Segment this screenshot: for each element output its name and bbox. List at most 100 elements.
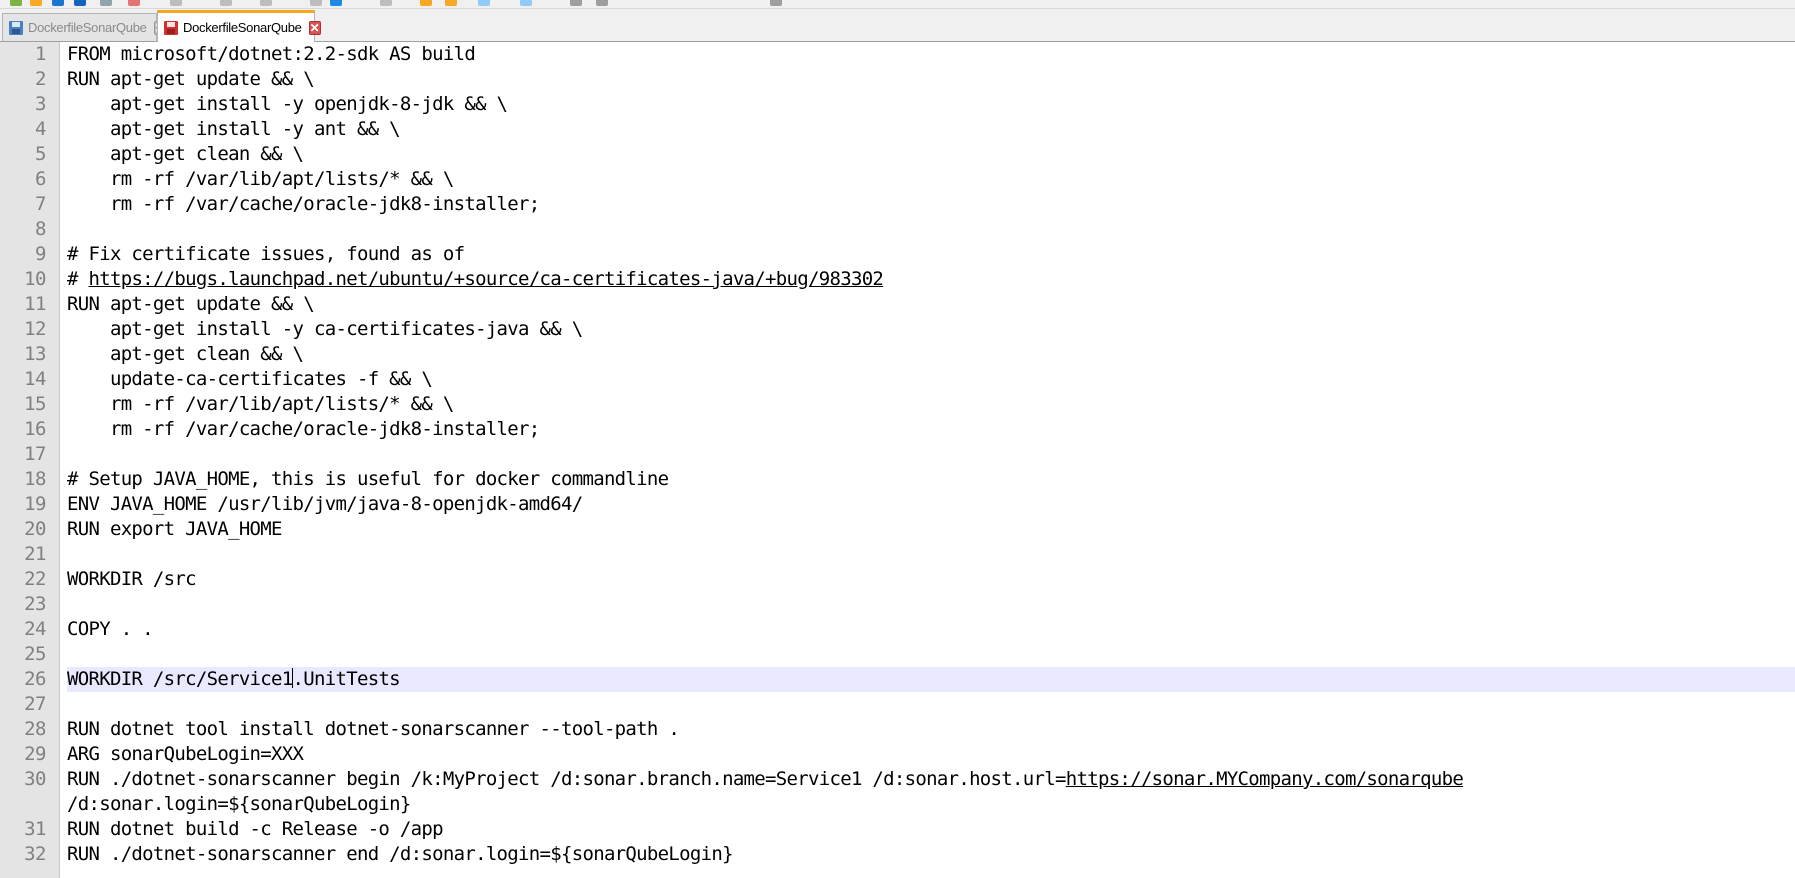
word-wrap-icon[interactable]: [520, 0, 532, 6]
code-line[interactable]: 31 RUN dotnet build -c Release -o /app: [0, 817, 1795, 842]
code-line[interactable]: 28 RUN dotnet tool install dotnet-sonarsc…: [0, 717, 1795, 742]
code-line[interactable]: 17: [0, 442, 1795, 467]
open-file-icon[interactable]: [30, 0, 42, 6]
line-number: 23: [24, 593, 46, 615]
code-line[interactable]: 16 rm -rf /var/cache/oracle-jdk8-install…: [0, 417, 1795, 442]
replace-icon[interactable]: [420, 0, 432, 6]
code-line[interactable]: 25: [0, 642, 1795, 667]
line-code[interactable]: RUN apt-get update && \: [67, 67, 1795, 92]
code-line[interactable]: 3 apt-get install -y openjdk-8-jdk && \: [0, 92, 1795, 117]
line-code[interactable]: FROM microsoft/dotnet:2.2-sdk AS build: [67, 42, 1795, 67]
code-line[interactable]: 11 RUN apt-get update && \: [0, 292, 1795, 317]
line-code[interactable]: apt-get install -y ca-certificates-java …: [67, 317, 1795, 342]
code-line[interactable]: 7 rm -rf /var/cache/oracle-jdk8-installe…: [0, 192, 1795, 217]
code-line[interactable]: 32 RUN ./dotnet-sonarscanner end /d:sonar…: [0, 842, 1795, 867]
url-link[interactable]: https://sonar.MYCompany.com/sonarqube: [1066, 768, 1464, 790]
line-code[interactable]: [67, 692, 1795, 717]
line-code[interactable]: # https://bugs.launchpad.net/ubuntu/+sou…: [67, 267, 1795, 292]
line-code[interactable]: [67, 592, 1795, 617]
run-icon[interactable]: [770, 0, 782, 6]
line-code[interactable]: RUN ./dotnet-sonarscanner end /d:sonar.l…: [67, 842, 1795, 867]
code-line[interactable]: 14 update-ca-certificates -f && \: [0, 367, 1795, 392]
code-line[interactable]: 5 apt-get clean && \: [0, 142, 1795, 167]
code-line[interactable]: 15 rm -rf /var/lib/apt/lists/* && \: [0, 392, 1795, 417]
code-line[interactable]: 10 # https://bugs.launchpad.net/ubuntu/+s…: [0, 267, 1795, 292]
code-line[interactable]: 27: [0, 692, 1795, 717]
line-code[interactable]: # Fix certificate issues, found as of: [67, 242, 1795, 267]
code-line[interactable]: 8: [0, 217, 1795, 242]
code-line[interactable]: 4 apt-get install -y ant && \: [0, 117, 1795, 142]
code-line[interactable]: 12 apt-get install -y ca-certificates-ja…: [0, 317, 1795, 342]
code-line[interactable]: 13 apt-get clean && \: [0, 342, 1795, 367]
line-code[interactable]: COPY . .: [67, 617, 1795, 642]
code-line[interactable]: 9 # Fix certificate issues, found as of: [0, 242, 1795, 267]
redo-icon[interactable]: [330, 0, 342, 6]
close-icon[interactable]: ✕: [308, 20, 321, 35]
code-line[interactable]: 18 # Setup JAVA_HOME, this is useful for …: [0, 467, 1795, 492]
line-code[interactable]: apt-get clean && \: [67, 342, 1795, 367]
save-all-icon[interactable]: [74, 0, 86, 6]
code-text: # Setup JAVA_HOME, this is useful for do…: [67, 468, 669, 490]
new-file-icon[interactable]: [10, 0, 22, 6]
code-text: ARG sonarQubeLogin=XXX: [67, 743, 304, 765]
line-code[interactable]: [67, 542, 1795, 567]
code-line[interactable]: 2 RUN apt-get update && \: [0, 67, 1795, 92]
paste-icon[interactable]: [260, 0, 272, 6]
sync-scroll-icon[interactable]: [478, 0, 490, 6]
line-code[interactable]: # Setup JAVA_HOME, this is useful for do…: [67, 467, 1795, 492]
line-code[interactable]: RUN apt-get update && \: [67, 292, 1795, 317]
code-line[interactable]: 30 RUN ./dotnet-sonarscanner begin /k:MyP…: [0, 767, 1795, 817]
undo-icon[interactable]: [310, 0, 322, 6]
macro-play-icon[interactable]: [596, 0, 608, 6]
line-code[interactable]: WORKDIR /src/Service1.UnitTests: [67, 667, 1795, 692]
line-code[interactable]: apt-get clean && \: [67, 142, 1795, 167]
macro-record-icon[interactable]: [570, 0, 582, 6]
tab-dockerfile-sonarqube-1[interactable]: DockerfileSonarQube ✕: [2, 13, 166, 41]
line-code[interactable]: rm -rf /var/cache/oracle-jdk8-installer;: [67, 417, 1795, 442]
current-line[interactable]: 26 WORKDIR /src/Service1.UnitTests: [0, 667, 1795, 692]
line-code[interactable]: RUN dotnet tool install dotnet-sonarscan…: [67, 717, 1795, 742]
line-code[interactable]: apt-get install -y openjdk-8-jdk && \: [67, 92, 1795, 117]
line-code[interactable]: ENV JAVA_HOME /usr/lib/jvm/java-8-openjd…: [67, 492, 1795, 517]
find-icon[interactable]: [380, 0, 392, 6]
code-text: RUN ./dotnet-sonarscanner end /d:sonar.l…: [67, 843, 734, 865]
code-line[interactable]: 21: [0, 542, 1795, 567]
save-icon[interactable]: [52, 0, 64, 6]
url-link[interactable]: https://bugs.launchpad.net/ubuntu/+sourc…: [88, 268, 883, 290]
code-text: RUN dotnet tool install dotnet-sonarscan…: [67, 718, 680, 740]
line-code[interactable]: [67, 442, 1795, 467]
code-line[interactable]: 24 COPY . .: [0, 617, 1795, 642]
code-line[interactable]: 22 WORKDIR /src: [0, 567, 1795, 592]
cut-icon[interactable]: [170, 0, 182, 6]
close-file-icon[interactable]: [100, 0, 112, 6]
line-code[interactable]: RUN ./dotnet-sonarscanner begin /k:MyPro…: [67, 767, 1795, 817]
code-line[interactable]: 6 rm -rf /var/lib/apt/lists/* && \: [0, 167, 1795, 192]
line-number: 2: [35, 68, 46, 90]
code-line[interactable]: 19 ENV JAVA_HOME /usr/lib/jvm/java-8-open…: [0, 492, 1795, 517]
line-code[interactable]: WORKDIR /src: [67, 567, 1795, 592]
code-line[interactable]: 23: [0, 592, 1795, 617]
line-code[interactable]: rm -rf /var/cache/oracle-jdk8-installer;: [67, 192, 1795, 217]
line-number: 11: [24, 293, 46, 315]
code-line[interactable]: 29 ARG sonarQubeLogin=XXX: [0, 742, 1795, 767]
line-code[interactable]: ARG sonarQubeLogin=XXX: [67, 742, 1795, 767]
line-code[interactable]: rm -rf /var/lib/apt/lists/* && \: [67, 167, 1795, 192]
editor-lines: 1 FROM microsoft/dotnet:2.2-sdk AS build 2…: [0, 42, 1795, 867]
line-code[interactable]: [67, 642, 1795, 667]
code-text: ENV JAVA_HOME /usr/lib/jvm/java-8-openjd…: [67, 493, 583, 515]
line-number: 27: [24, 693, 46, 715]
line-code[interactable]: rm -rf /var/lib/apt/lists/* && \: [67, 392, 1795, 417]
code-editor[interactable]: 1 FROM microsoft/dotnet:2.2-sdk AS build 2…: [0, 42, 1795, 878]
copy-icon[interactable]: [220, 0, 232, 6]
print-icon[interactable]: [128, 0, 140, 6]
line-code[interactable]: apt-get install -y ant && \: [67, 117, 1795, 142]
code-line[interactable]: 1 FROM microsoft/dotnet:2.2-sdk AS build: [0, 42, 1795, 67]
line-code[interactable]: RUN dotnet build -c Release -o /app: [67, 817, 1795, 842]
line-code[interactable]: RUN export JAVA_HOME: [67, 517, 1795, 542]
zoom-in-icon[interactable]: [445, 0, 457, 6]
code-line[interactable]: 20 RUN export JAVA_HOME: [0, 517, 1795, 542]
tab-dockerfile-sonarqube-2[interactable]: DockerfileSonarQube ✕: [157, 10, 321, 42]
code-text: WORKDIR /src: [67, 568, 197, 590]
line-code[interactable]: [67, 217, 1795, 242]
line-code[interactable]: update-ca-certificates -f && \: [67, 367, 1795, 392]
